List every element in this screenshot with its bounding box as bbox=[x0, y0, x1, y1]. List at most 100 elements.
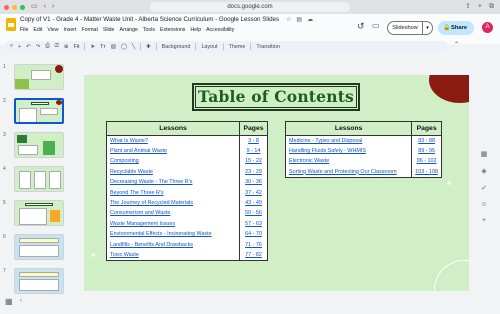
add-on-icon[interactable]: + bbox=[482, 217, 486, 224]
layout-button[interactable]: Layout bbox=[201, 44, 217, 50]
slide-thumbnail[interactable] bbox=[14, 132, 64, 158]
pages-link[interactable]: 30 - 36 bbox=[245, 179, 262, 185]
pages-link[interactable]: 50 - 56 bbox=[245, 210, 262, 216]
cloud-status-icon[interactable]: ☁ bbox=[307, 16, 313, 23]
search-icon[interactable]: ⌕ bbox=[10, 43, 13, 50]
slide-thumbnail-row[interactable]: 1 bbox=[0, 62, 72, 90]
comments-icon[interactable]: ▭ bbox=[372, 21, 380, 30]
pages-link[interactable]: 64 - 70 bbox=[245, 231, 262, 237]
slide-title-box[interactable]: Table of Contents bbox=[192, 83, 360, 111]
lesson-link[interactable]: Medicine - Types and Disposal bbox=[289, 138, 362, 144]
new-tab-icon[interactable]: + bbox=[478, 0, 482, 14]
line-icon[interactable]: ╲ bbox=[132, 44, 135, 50]
star-icon[interactable]: ☆ bbox=[286, 16, 291, 23]
background-button[interactable]: Background bbox=[162, 44, 191, 50]
pages-link[interactable]: 103 - 108 bbox=[415, 169, 438, 175]
lesson-link[interactable]: Waste Management Issues bbox=[110, 221, 175, 227]
menu-extensions[interactable]: Extensions bbox=[160, 27, 185, 33]
slide-thumbnail-row[interactable]: 7 bbox=[0, 266, 72, 294]
pages-link[interactable]: 3 - 8 bbox=[248, 138, 259, 144]
sidebar-toggle-icon[interactable]: ▭ bbox=[31, 0, 38, 14]
zoom-icon[interactable]: ⊕ bbox=[64, 44, 69, 50]
zoom-select[interactable]: Fit bbox=[73, 44, 79, 50]
keep-icon[interactable]: ◈ bbox=[481, 167, 486, 175]
lesson-link[interactable]: Decreasing Waste - The Three R's bbox=[110, 179, 192, 185]
lesson-link[interactable]: What Is Waste? bbox=[110, 138, 148, 144]
slideshow-button[interactable]: Slideshow bbox=[387, 21, 423, 35]
lesson-link[interactable]: Electronic Waste bbox=[289, 158, 329, 164]
lessons-table-left[interactable]: Lessons Pages What Is Waste? 3 - 8 Plant a… bbox=[106, 121, 268, 261]
slide-thumbnail[interactable] bbox=[14, 64, 64, 90]
share-button[interactable]: 🔒 Share bbox=[438, 21, 474, 35]
lesson-link[interactable]: Consumerism and Waste bbox=[110, 210, 170, 216]
forward-icon[interactable]: › bbox=[52, 0, 54, 14]
close-window-button[interactable] bbox=[4, 4, 9, 10]
grid-view-icon[interactable]: ▦ bbox=[5, 297, 13, 306]
transition-button[interactable]: Transition bbox=[256, 44, 279, 50]
paint-format-icon[interactable]: ⎚ bbox=[55, 43, 59, 50]
pages-link[interactable]: 96 - 102 bbox=[417, 158, 437, 164]
menu-insert[interactable]: Insert bbox=[63, 27, 76, 33]
slide-thumbnail-row[interactable]: 3 bbox=[0, 130, 72, 158]
move-folder-icon[interactable]: ▤ bbox=[296, 16, 302, 23]
slide-thumbnail-row[interactable]: 6 bbox=[0, 232, 72, 260]
pages-link[interactable]: 71 - 76 bbox=[245, 242, 262, 248]
pages-link[interactable]: 9 - 14 bbox=[247, 148, 261, 154]
pages-link[interactable]: 23 - 29 bbox=[245, 169, 262, 175]
share-page-icon[interactable]: ⇪ bbox=[465, 0, 471, 14]
undo-icon[interactable]: ↶ bbox=[26, 44, 31, 50]
pages-link[interactable]: 37 - 42 bbox=[245, 190, 262, 196]
lesson-link[interactable]: Toxic Waste bbox=[110, 252, 139, 258]
menu-slide[interactable]: Slide bbox=[103, 27, 115, 33]
lesson-link[interactable]: Beyond The Three R's bbox=[110, 190, 164, 196]
slide-thumbnail-row[interactable]: 4 bbox=[0, 164, 72, 192]
minimize-window-button[interactable] bbox=[12, 4, 17, 10]
slide-thumbnail-selected[interactable] bbox=[14, 98, 64, 124]
pages-link[interactable]: 77 - 82 bbox=[245, 252, 262, 258]
theme-button[interactable]: Theme bbox=[229, 44, 246, 50]
lesson-link[interactable]: Environmental Effects - Incinerating Was… bbox=[110, 231, 212, 237]
shape-icon[interactable]: ◯ bbox=[121, 44, 127, 50]
tasks-icon[interactable]: ✓ bbox=[481, 184, 487, 192]
menu-format[interactable]: Format bbox=[81, 27, 97, 33]
comment-add-icon[interactable]: ✚ bbox=[146, 44, 151, 50]
text-box-icon[interactable]: Tт bbox=[100, 44, 106, 50]
tabs-overview-icon[interactable]: ⧉ bbox=[489, 0, 494, 14]
image-icon[interactable]: ▨ bbox=[111, 44, 116, 50]
document-title[interactable]: Copy of V1 - Grade 4 - Matter Waste Unit… bbox=[20, 16, 279, 23]
lesson-link[interactable]: Sorting Waste and Protecting Our Classro… bbox=[289, 169, 397, 175]
pages-link[interactable]: 83 - 88 bbox=[418, 138, 435, 144]
lesson-link[interactable]: The Journey of Recycled Materials bbox=[110, 200, 193, 206]
slide-thumbnail[interactable] bbox=[14, 268, 64, 294]
lesson-link[interactable]: Handling Fluids Safely - WHMIS bbox=[289, 148, 366, 154]
menu-file[interactable]: File bbox=[20, 27, 28, 33]
redo-icon[interactable]: ↷ bbox=[36, 44, 41, 50]
print-icon[interactable]: ⎙ bbox=[45, 43, 49, 50]
slides-logo-icon[interactable] bbox=[6, 18, 16, 31]
version-history-icon[interactable]: ↺ bbox=[357, 21, 365, 32]
collapse-filmstrip-icon[interactable]: ‹ bbox=[20, 298, 22, 304]
slide-canvas[interactable]: ✦ ✦ Table of Contents Lessons Pages What… bbox=[84, 75, 469, 291]
address-bar[interactable]: docs.google.com bbox=[150, 2, 350, 12]
lesson-link[interactable]: Landfills - Benefits And Drawbacks bbox=[110, 242, 193, 248]
slide-thumbnail-row[interactable]: 5 bbox=[0, 198, 72, 226]
pages-link[interactable]: 15 - 22 bbox=[245, 158, 262, 164]
avatar[interactable]: A bbox=[482, 22, 493, 33]
zoom-window-button[interactable] bbox=[20, 4, 25, 10]
lesson-link[interactable]: Composting bbox=[110, 158, 139, 164]
new-slide-icon[interactable]: + bbox=[18, 44, 21, 50]
slide-thumbnail[interactable] bbox=[14, 234, 64, 260]
slide-thumbnail[interactable] bbox=[14, 200, 64, 226]
pages-link[interactable]: 89 - 95 bbox=[418, 148, 435, 154]
contacts-icon[interactable]: ☺ bbox=[480, 201, 487, 208]
menu-tools[interactable]: Tools bbox=[143, 27, 155, 33]
calendar-icon[interactable]: ▦ bbox=[481, 150, 488, 158]
menu-view[interactable]: View bbox=[47, 27, 58, 33]
back-icon[interactable]: ‹ bbox=[44, 0, 46, 14]
lesson-link[interactable]: Recyclable Waste bbox=[110, 169, 153, 175]
lesson-link[interactable]: Plant and Animal Waste bbox=[110, 148, 167, 154]
slide-thumbnail-row[interactable]: 2 bbox=[0, 96, 72, 124]
lessons-table-right[interactable]: Lessons Pages Medicine - Types and Dispo… bbox=[284, 121, 442, 178]
menu-edit[interactable]: Edit bbox=[33, 27, 42, 33]
select-arrow-icon[interactable]: ➤ bbox=[90, 44, 95, 50]
